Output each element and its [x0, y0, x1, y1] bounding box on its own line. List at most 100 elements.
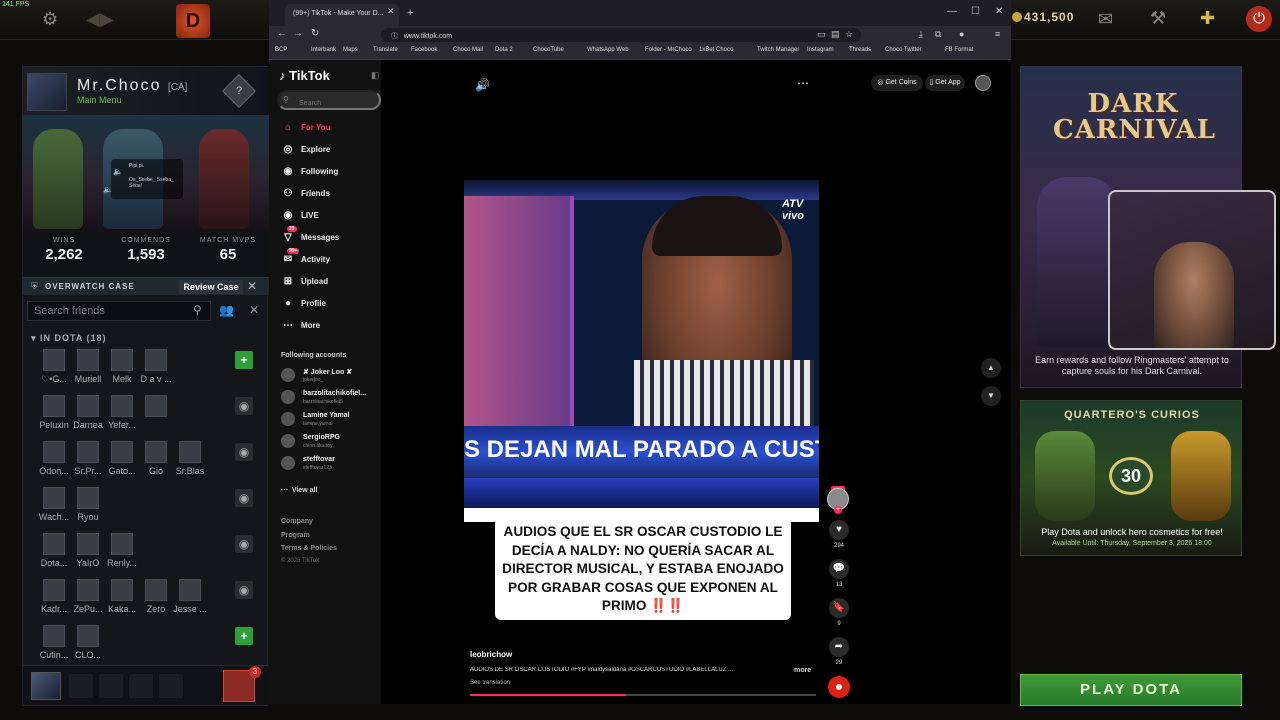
tiktok-logo[interactable]: ♪ TikTok [279, 68, 330, 83]
maximize-icon[interactable]: ☐ [971, 6, 980, 17]
friend-item[interactable]: Muriell [71, 349, 105, 384]
share-action[interactable]: ➦ 29 [827, 637, 851, 666]
tab-close-icon[interactable]: ✕ [387, 6, 395, 17]
party-slot[interactable] [129, 674, 153, 698]
bookmark-item[interactable]: Translate [373, 47, 398, 53]
profile-username[interactable]: Mr.Choco [CA] [77, 77, 187, 95]
friend-item[interactable]: Kadr... [37, 579, 71, 614]
tiktok-search-input[interactable] [277, 90, 381, 110]
friend-item[interactable]: Odon... [37, 441, 71, 476]
friend-item[interactable] [139, 395, 173, 420]
reload-icon[interactable]: ↻ [311, 28, 319, 39]
party-self-avatar[interactable] [31, 672, 61, 700]
friend-item[interactable]: Darnea [71, 395, 105, 430]
voice-line-card[interactable]: Pipi pi. Oe_Ssebe_ Sseba_ Seba! [111, 159, 183, 199]
download-icon[interactable]: ⤓ [919, 29, 923, 40]
friend-item[interactable]: Wach... [37, 487, 71, 522]
dota-logo-icon[interactable]: D [176, 4, 210, 38]
footer-company[interactable]: Company [281, 518, 313, 525]
close-friends-icon[interactable]: ✕ [249, 303, 259, 317]
nav-live[interactable]: ◉ LIVE [281, 210, 319, 221]
nav-activity[interactable]: ✉ Activity 99+ [281, 248, 330, 265]
window-close-icon[interactable]: ✕ [995, 6, 1003, 17]
invite-plus-button[interactable]: + [235, 627, 253, 645]
menu-icon[interactable]: ≡ [995, 29, 1000, 39]
bookmark-item[interactable]: Dota 2 [495, 47, 513, 53]
minimize-icon[interactable]: — [947, 6, 957, 17]
follow-plus-icon[interactable]: + [834, 506, 842, 514]
site-info-icon[interactable]: ⓘ [391, 33, 398, 40]
bookmark-item[interactable]: 1xBet Choco [699, 47, 733, 53]
friend-item[interactable]: Peluxin [37, 395, 71, 430]
plus-subscription-icon[interactable]: ✚ [1200, 8, 1215, 29]
watch-eye-icon[interactable]: ◉ [235, 443, 253, 461]
url-bar[interactable]: ⓘ www.tiktok.com [381, 28, 861, 42]
nav-following[interactable]: ◉ Following [281, 166, 339, 177]
previous-video-icon[interactable]: ▲ [981, 358, 1001, 378]
video-progress-bar[interactable] [470, 694, 816, 696]
volume-icon[interactable]: 🔊 [475, 78, 490, 92]
watch-eye-icon[interactable]: ◉ [235, 397, 253, 415]
tab-share-icon[interactable]: ▭ [817, 29, 826, 40]
search-icon[interactable]: ⚲ [193, 303, 202, 317]
bookmark-item[interactable]: WhatsApp Web [587, 47, 629, 53]
friend-item[interactable]: Ryou [71, 487, 105, 522]
back-arrows-icon[interactable]: ◀▶ [86, 9, 114, 30]
forward-icon[interactable]: → [293, 28, 303, 39]
party-slot[interactable] [69, 674, 93, 698]
party-slot[interactable] [159, 674, 183, 698]
speaker-icon[interactable]: 🔈 [113, 167, 123, 176]
power-exit-icon[interactable]: ⏻ [1246, 6, 1272, 32]
next-video-icon[interactable]: ▼ [981, 386, 1001, 406]
close-icon[interactable]: ✕ [247, 279, 257, 293]
friend-item[interactable]: Jesse ... [173, 579, 207, 614]
browser-tab[interactable]: (99+) TikTok - Make Your D... [285, 4, 399, 26]
share-icon[interactable]: ➦ [829, 637, 849, 657]
bookmark-item[interactable]: Twitch Manager [757, 47, 799, 53]
review-case-button[interactable]: Review Case [179, 280, 243, 294]
friend-item[interactable]: ♡•G... [37, 349, 71, 385]
get-coins-button[interactable]: ◎ Get Coins [871, 75, 923, 91]
tiktok-user-avatar[interactable] [975, 75, 991, 91]
collapse-sidebar-icon[interactable]: ◧ [371, 70, 380, 81]
comment-icon[interactable]: 💬 [829, 559, 849, 579]
footer-terms[interactable]: Terms & Policies [281, 545, 337, 552]
armory-icon[interactable]: ⚒ [1150, 8, 1166, 29]
in-dota-header[interactable]: ▾ IN DOTA (18) [31, 333, 107, 344]
invite-plus-button[interactable]: + [235, 351, 253, 369]
extensions-icon[interactable]: ⧉ [935, 29, 941, 40]
friend-item[interactable]: Dota... [37, 533, 71, 568]
more-link[interactable]: more [794, 667, 811, 674]
settings-gear-icon[interactable]: ⚙ [42, 9, 58, 30]
avatar[interactable] [27, 73, 67, 111]
nav-upload[interactable]: ⊞ Upload [281, 276, 328, 287]
friend-item[interactable]: Sr.Pr... [71, 441, 105, 476]
friend-item[interactable]: Yefer... [105, 395, 139, 430]
music-disc-icon[interactable] [828, 676, 850, 698]
watch-eye-icon[interactable]: ◉ [235, 535, 253, 553]
bookmark-item[interactable]: Interbank [311, 47, 336, 53]
bookmark-item[interactable]: Facebook [411, 47, 437, 53]
bookmark-item[interactable]: Choco Twitter [885, 47, 922, 53]
profile-icon[interactable]: ● [959, 29, 964, 39]
nav-for-you[interactable]: ⌂ For You [281, 122, 331, 133]
nav-friends[interactable]: ⚇ Friends [281, 188, 330, 199]
back-icon[interactable]: ← [277, 28, 287, 39]
nav-explore[interactable]: ◎ Explore [281, 144, 331, 155]
bookmark-item[interactable]: BCP [275, 47, 287, 53]
bookmark-item[interactable]: Threads [849, 47, 871, 53]
hero-showcase[interactable]: Pipi pi. Oe_Ssebe_ Sseba_ Seba! 🔈 🔈 [23, 115, 269, 233]
friend-item[interactable]: Sr.Blas [173, 441, 207, 476]
heart-icon[interactable]: ♥ [829, 520, 849, 540]
bookmark-item[interactable]: Folder - MrChoco [645, 47, 692, 53]
friend-item[interactable]: D a v ... [139, 349, 173, 384]
friend-item[interactable]: CLO... [71, 625, 105, 660]
rank-badge-icon[interactable]: ? [222, 74, 256, 108]
friend-item[interactable]: Zero [139, 579, 173, 614]
quartero-curios-panel[interactable]: QUARTERO'S CURIOS 30 Play Dota and unloc… [1020, 400, 1242, 556]
friend-item[interactable]: YaIrO [71, 533, 105, 568]
friend-item[interactable]: Melk [105, 349, 139, 384]
friend-item[interactable]: ZePu... [71, 579, 105, 614]
bookmark-item[interactable]: Maps [343, 47, 358, 53]
view-all-link[interactable]: ⋯ View all [281, 486, 317, 494]
